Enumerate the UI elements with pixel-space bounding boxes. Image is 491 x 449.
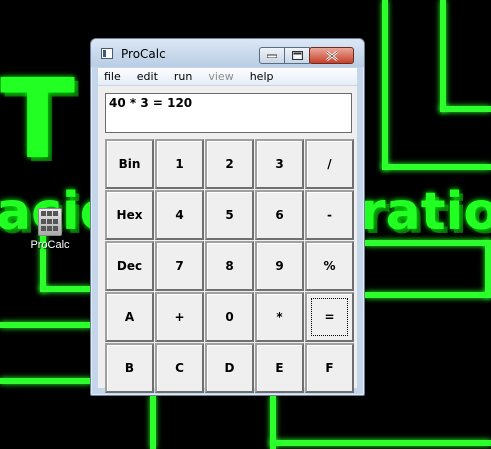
calculator-icon xyxy=(38,208,62,236)
wallpaper-text-right: ratio xyxy=(360,182,491,242)
menu-help[interactable]: help xyxy=(242,70,282,83)
title-bar[interactable]: ProCalc xyxy=(91,39,364,67)
maximize-icon xyxy=(291,51,303,60)
key-dec[interactable]: Dec xyxy=(105,241,154,291)
key-c[interactable]: C xyxy=(155,343,204,393)
key-9[interactable]: 9 xyxy=(255,241,304,291)
key-2[interactable]: 2 xyxy=(205,139,254,189)
key-multiply[interactable]: * xyxy=(255,292,304,342)
key-plus[interactable]: + xyxy=(155,292,204,342)
key-7[interactable]: 7 xyxy=(155,241,204,291)
key-5[interactable]: 5 xyxy=(205,190,254,240)
key-minus[interactable]: - xyxy=(305,190,354,240)
minimize-icon xyxy=(267,54,277,58)
calculator-display[interactable]: 40 * 3 = 120 xyxy=(105,93,352,133)
menu-view[interactable]: view xyxy=(200,70,241,83)
key-4[interactable]: 4 xyxy=(155,190,204,240)
minimize-button[interactable] xyxy=(259,47,285,64)
desktop-icon-procalc[interactable]: ProCalc xyxy=(28,208,72,251)
menu-edit[interactable]: edit xyxy=(129,70,166,83)
procalc-window: ProCalc file edit run view help 40 * 3 =… xyxy=(90,38,365,396)
key-8[interactable]: 8 xyxy=(205,241,254,291)
key-a[interactable]: A xyxy=(105,292,154,342)
menu-run[interactable]: run xyxy=(166,70,200,83)
desktop-icon-label: ProCalc xyxy=(30,239,70,251)
key-percent[interactable]: % xyxy=(305,241,354,291)
key-divide[interactable]: / xyxy=(305,139,354,189)
key-3[interactable]: 3 xyxy=(255,139,304,189)
key-0[interactable]: 0 xyxy=(205,292,254,342)
key-b[interactable]: B xyxy=(105,343,154,393)
key-1[interactable]: 1 xyxy=(155,139,204,189)
keypad: Bin 1 2 3 / Hex 4 5 6 - Dec 7 8 9 % A + … xyxy=(105,139,355,394)
key-6[interactable]: 6 xyxy=(255,190,304,240)
app-icon xyxy=(101,48,113,59)
key-equals[interactable]: = xyxy=(305,292,354,342)
key-f[interactable]: F xyxy=(305,343,354,393)
menu-file[interactable]: file xyxy=(98,70,129,83)
calculator-body: 40 * 3 = 120 Bin 1 2 3 / Hex 4 5 6 - Dec… xyxy=(98,86,357,393)
key-bin[interactable]: Bin xyxy=(105,139,154,189)
key-hex[interactable]: Hex xyxy=(105,190,154,240)
maximize-button[interactable] xyxy=(284,47,310,64)
wallpaper-letter: T xyxy=(0,55,76,183)
close-button[interactable] xyxy=(309,47,354,64)
close-icon xyxy=(325,50,338,61)
window-title: ProCalc xyxy=(121,47,166,61)
key-d[interactable]: D xyxy=(205,343,254,393)
menu-bar: file edit run view help xyxy=(98,68,357,85)
key-e[interactable]: E xyxy=(255,343,304,393)
